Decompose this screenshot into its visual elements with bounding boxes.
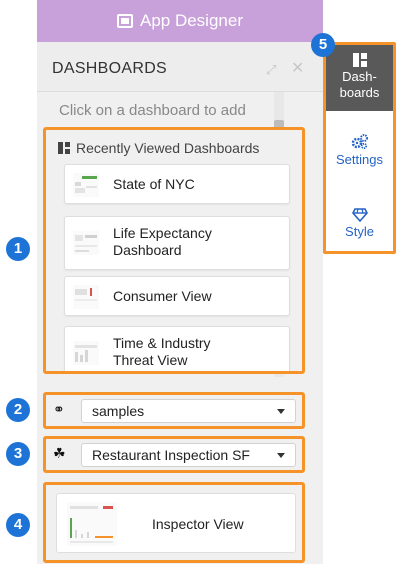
dashboard-card-label: Inspector View <box>152 516 244 532</box>
tabs-highlight <box>323 42 396 254</box>
app-designer-header: App Designer <box>37 0 323 42</box>
source-selector: ⚭ samples <box>43 392 305 429</box>
app-designer-icon <box>116 14 133 28</box>
panel-title: DASHBOARDS <box>52 60 168 77</box>
dataset-select[interactable]: Restaurant Inspection SF <box>81 443 296 467</box>
callout-badge-3: 3 <box>6 442 30 466</box>
dashboard-card-label: Consumer View <box>113 288 212 304</box>
left-margin <box>0 0 37 564</box>
dashboard-card-consumer-view[interactable]: Consumer View <box>64 276 290 316</box>
recent-dashboards-section: Recently Viewed Dashboards State of NYC … <box>43 127 305 374</box>
dashboard-card-label: State of NYC <box>113 176 195 192</box>
chevron-down-icon <box>277 409 285 414</box>
recent-dashboards-label: Recently Viewed Dashboards <box>76 140 260 156</box>
dashboard-card-label: Time & Industry Threat View <box>113 335 211 368</box>
dashboard-card-inspector-view[interactable]: Inspector View <box>56 493 296 553</box>
app-designer-title: App Designer <box>139 11 243 30</box>
callout-badge-4: 4 <box>6 513 30 537</box>
dashboard-thumbnail-icon <box>73 285 99 309</box>
callout-badge-5: 5 <box>311 33 335 57</box>
callout-badge-2: 2 <box>6 398 30 422</box>
source-select-value: samples <box>92 403 145 419</box>
panel-title-bar: DASHBOARDS ⤢ ✕ <box>37 42 323 92</box>
dashboard-thumbnail-icon <box>73 231 99 255</box>
callout-badge-1: 1 <box>6 237 30 261</box>
source-link-icon: ⚭ <box>53 401 65 417</box>
close-icon[interactable]: ✕ <box>291 58 304 78</box>
dashboard-card-label: Life Expectancy Dashboard <box>113 225 212 258</box>
dashboard-icon <box>58 142 70 154</box>
dataset-cubes-icon: ☘ <box>53 445 66 461</box>
dataset-dashboards-section: Inspector View <box>43 482 305 563</box>
expand-icon[interactable]: ⤢ <box>266 62 276 78</box>
panel-hint: Click on a dashboard to add <box>59 102 246 119</box>
recent-dashboards-heading: Recently Viewed Dashboards <box>58 140 259 156</box>
dashboard-thumbnail-icon <box>67 502 117 546</box>
source-select[interactable]: samples <box>81 399 296 423</box>
chevron-down-icon <box>277 453 285 458</box>
dataset-selector: ☘ Restaurant Inspection SF <box>43 436 305 473</box>
dataset-select-value: Restaurant Inspection SF <box>92 447 250 463</box>
dashboard-card-time-industry[interactable]: Time & Industry Threat View <box>64 326 290 371</box>
dashboard-card-state-of-nyc[interactable]: State of NYC <box>64 164 290 204</box>
dashboard-thumbnail-icon <box>73 173 99 197</box>
dashboard-thumbnail-icon <box>73 341 99 365</box>
dashboard-card-life-expectancy[interactable]: Life Expectancy Dashboard <box>64 216 290 270</box>
